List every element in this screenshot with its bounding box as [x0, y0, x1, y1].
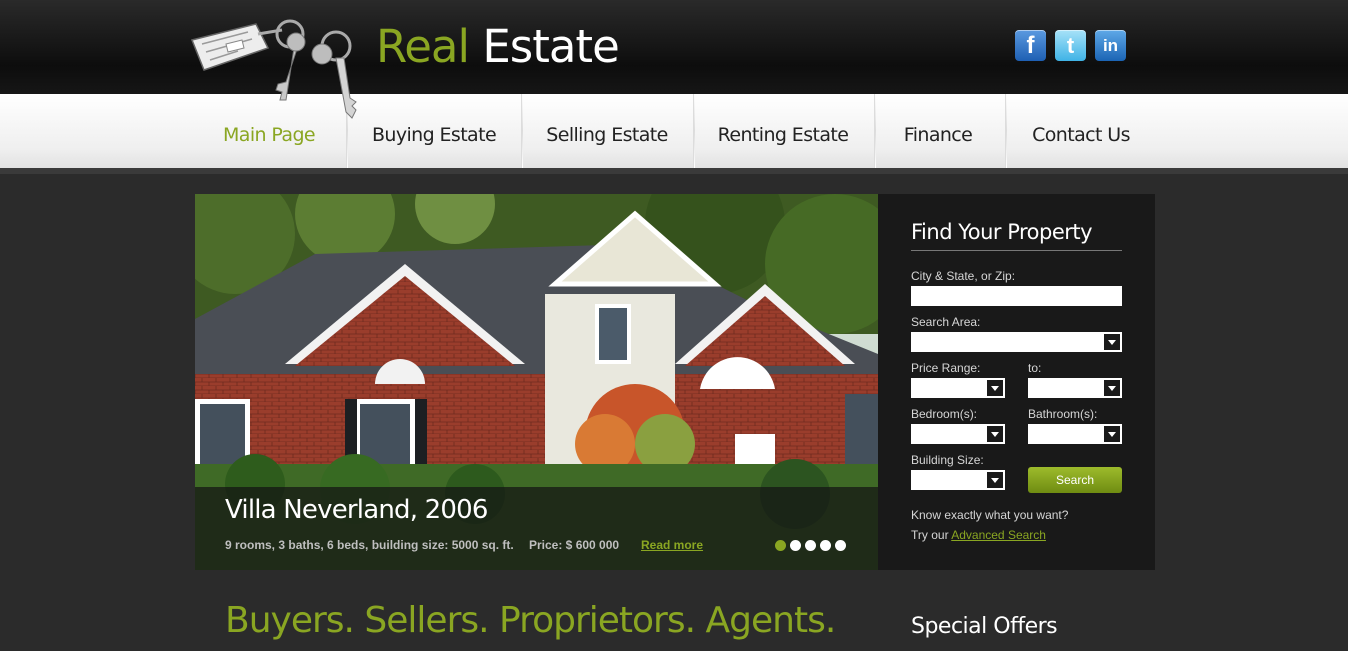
- nav-item-selling-estate[interactable]: Selling Estate: [531, 94, 683, 168]
- facebook-icon[interactable]: f: [1015, 30, 1046, 61]
- nav-divider: [1005, 94, 1007, 168]
- city-input[interactable]: [911, 286, 1122, 306]
- divider: [911, 250, 1122, 251]
- special-offers-heading: Special Offers: [911, 614, 1058, 639]
- advanced-search-link[interactable]: Advanced Search: [951, 528, 1046, 542]
- panel-title: Find Your Property: [911, 220, 1093, 244]
- property-price: Price: $ 600 000: [529, 538, 620, 552]
- city-label: City & State, or Zip:: [911, 269, 1016, 283]
- nav-divider: [874, 94, 876, 168]
- slide-dot-5[interactable]: [835, 540, 846, 551]
- nav-item-renting-estate[interactable]: Renting Estate: [703, 94, 863, 168]
- chevron-down-icon: [1104, 334, 1120, 350]
- nav-item-buying-estate[interactable]: Buying Estate: [356, 94, 512, 168]
- price-range-label: Price Range:: [911, 361, 981, 375]
- slide-dot-1[interactable]: [775, 540, 786, 551]
- search-area-label: Search Area:: [911, 315, 981, 329]
- slide-dot-3[interactable]: [805, 540, 816, 551]
- linkedin-icon[interactable]: in: [1095, 30, 1126, 61]
- building-size-label: Building Size:: [911, 453, 984, 467]
- building-size-select[interactable]: [911, 470, 1005, 490]
- chevron-down-icon: [1104, 426, 1120, 442]
- nav-item-finance[interactable]: Finance: [884, 94, 992, 168]
- property-title: Villa Neverland, 2006: [225, 495, 488, 525]
- bedrooms-select[interactable]: [911, 424, 1005, 444]
- nav-divider: [693, 94, 695, 168]
- property-details: 9 rooms, 3 baths, 6 beds, building size:…: [225, 538, 514, 552]
- slide-dot-2[interactable]: [790, 540, 801, 551]
- chevron-down-icon: [987, 426, 1003, 442]
- advanced-search-note: Try our Advanced Search: [911, 528, 1046, 542]
- nav-item-contact-us[interactable]: Contact Us: [1015, 94, 1147, 168]
- slide-dot-4[interactable]: [820, 540, 831, 551]
- chevron-down-icon: [1104, 380, 1120, 396]
- site-logo[interactable]: Real Estate: [376, 20, 620, 73]
- tagline-heading: Buyers. Sellers. Proprietors. Agents.: [225, 600, 836, 641]
- read-more-link[interactable]: Read more: [641, 538, 703, 552]
- price-max-select[interactable]: [1028, 378, 1122, 398]
- search-area-select[interactable]: [911, 332, 1122, 352]
- price-to-label: to:: [1028, 361, 1042, 375]
- property-search-panel: Find Your Property City & State, or Zip:…: [878, 194, 1155, 570]
- search-button[interactable]: Search: [1028, 467, 1122, 493]
- bathrooms-label: Bathroom(s):: [1028, 407, 1098, 421]
- chevron-down-icon: [987, 472, 1003, 488]
- keys-logo-icon: [190, 19, 357, 119]
- bedrooms-label: Bedroom(s):: [911, 407, 978, 421]
- search-hint: Know exactly what you want?: [911, 508, 1069, 522]
- slide-caption: Villa Neverland, 2006 9 rooms, 3 baths, …: [195, 487, 878, 570]
- price-min-select[interactable]: [911, 378, 1005, 398]
- nav-divider: [521, 94, 523, 168]
- bathrooms-select[interactable]: [1028, 424, 1122, 444]
- featured-property-slider[interactable]: Villa Neverland, 2006 9 rooms, 3 baths, …: [195, 194, 878, 570]
- chevron-down-icon: [987, 380, 1003, 396]
- twitter-icon[interactable]: t: [1055, 30, 1086, 61]
